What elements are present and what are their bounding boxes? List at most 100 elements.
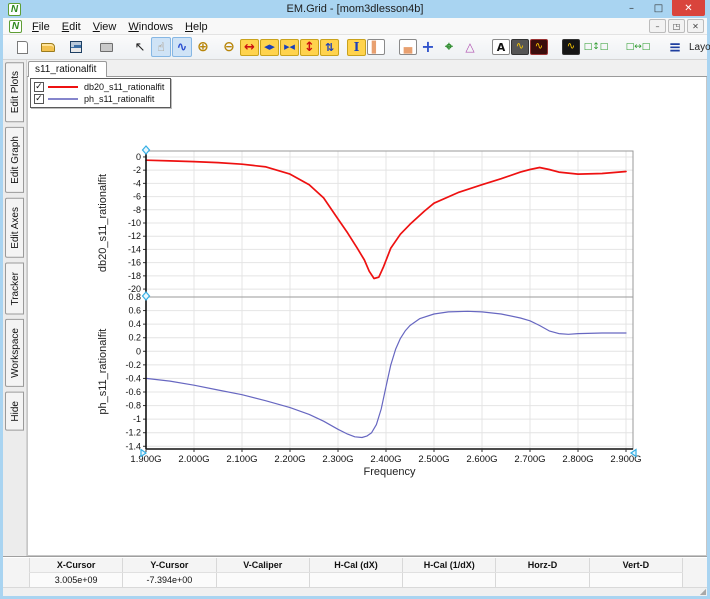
y-axis-handle[interactable] <box>142 292 149 300</box>
status-value-h-cal-dx- <box>310 573 403 587</box>
x-tick-label: 2.000G <box>178 454 209 465</box>
sidebar-tab-hide[interactable]: Hide <box>5 392 24 431</box>
bottom-status-strip: ◢ <box>3 587 707 596</box>
maximize-button[interactable]: □ <box>645 0 672 16</box>
status-value-y-cursor: -7.394e+00 <box>123 573 216 587</box>
app-window: N EM.Grid - [mom3dlesson4b] – □ ✕ N File… <box>0 0 710 599</box>
x-tick-label: 2.400G <box>370 454 401 465</box>
legend-label: ph_s11_rationalfit <box>84 94 154 104</box>
menu-item-file[interactable]: File <box>26 20 56 34</box>
split-vertical-icon[interactable]: □↕□ <box>581 37 611 57</box>
x-tick-label: 1.900G <box>130 454 161 465</box>
plot-style-red-icon[interactable]: ∿ <box>530 39 548 55</box>
fit-vertical-icon[interactable]: Ι <box>347 39 366 56</box>
resize-grip-icon[interactable]: ◢ <box>700 588 706 596</box>
menu-item-windows[interactable]: Windows <box>122 20 179 34</box>
menu-item-edit[interactable]: Edit <box>56 20 87 34</box>
status-value-row: 3.005e+09-7.394e+00 <box>29 572 683 587</box>
menu-item-help[interactable]: Help <box>179 20 214 34</box>
layout-icon[interactable]: ≡ <box>665 37 685 57</box>
window-title: EM.Grid - [mom3dlesson4b] <box>3 0 707 18</box>
bottom-panel-icon[interactable]: ▄ <box>399 39 417 55</box>
pan-hand-icon[interactable]: ☝ <box>151 37 171 57</box>
x-tick-label: 2.500G <box>418 454 449 465</box>
title-bar: N EM.Grid - [mom3dlesson4b] – □ ✕ <box>3 0 707 18</box>
pointer-icon[interactable]: ↖ <box>130 37 150 57</box>
main-area: Edit Plots Edit Graph Edit Axes Tracker Work… <box>3 60 707 556</box>
expand-vertical-icon[interactable]: ↕ <box>300 39 319 56</box>
y-tick-label: -2 <box>133 165 141 175</box>
mdi-minimize-button[interactable]: – <box>649 19 666 33</box>
legend-checkbox[interactable]: ✓ <box>34 94 44 104</box>
y-tick-label: -1 <box>133 414 141 424</box>
x-tick-label: 2.600G <box>466 454 497 465</box>
menu-bar: N FileEditViewWindowsHelp –◳✕ <box>3 18 707 35</box>
y-axis-label: ph_s11_rationalfit <box>97 329 109 415</box>
mdi-restore-button[interactable]: ◳ <box>668 19 685 33</box>
y-tick-label: -10 <box>128 218 141 228</box>
menu-item-view[interactable]: View <box>87 20 123 34</box>
tracker-icon[interactable]: ⌖ <box>439 37 459 57</box>
sidebar-tab-tracker[interactable]: Tracker <box>5 263 24 315</box>
sidebar-tab-edit-graph[interactable]: Edit Graph <box>5 127 24 193</box>
legend-entry: ✓ db20_s11_rationalfit <box>34 81 164 93</box>
sidebar-tab-edit-axes[interactable]: Edit Axes <box>5 198 24 258</box>
shrink-vertical-icon[interactable]: ⇅ <box>320 39 339 56</box>
mdi-window-controls: –◳✕ <box>649 19 704 33</box>
x-tick-label: 2.200G <box>274 454 305 465</box>
save-icon[interactable] <box>66 37 86 57</box>
toolbar: ↖☝∿⊕⊖↔◀▶▶◀↕⇅Ι▌▄+⌖△A∿∿∿□↕□□↔□≡Layout▾ <box>3 35 707 60</box>
x-tick-label: 2.700G <box>514 454 545 465</box>
legend-label: db20_s11_rationalfit <box>84 82 164 92</box>
legend-checkbox[interactable]: ✓ <box>34 82 44 92</box>
status-label-x-cursor: X-Cursor <box>29 558 123 572</box>
left-panel-icon[interactable]: ▌ <box>367 39 385 55</box>
plot-canvas[interactable]: 0-2-4-6-8-10-12-14-16-18-20db20_s11_rati… <box>28 77 708 547</box>
layout-button-label[interactable]: Layout <box>689 42 710 53</box>
y-tick-label: -12 <box>128 231 141 241</box>
y-tick-label: 0 <box>136 346 141 356</box>
status-value-horz-d <box>496 573 589 587</box>
text-annotation-icon[interactable]: A <box>492 39 510 55</box>
fit-horizontal-icon[interactable]: ▶◀ <box>280 39 299 56</box>
y-tick-label: -0.2 <box>125 360 141 370</box>
content-area: s11_rationalfit ✓ db20_s11_rationalfit ✓ ph… <box>27 60 707 556</box>
copy-plot-icon[interactable]: ∿ <box>511 39 529 55</box>
split-horizontal-icon[interactable]: □↔□ <box>623 37 653 57</box>
window-body: N FileEditViewWindowsHelp –◳✕ ↖☝∿⊕⊖↔◀▶▶◀… <box>3 18 707 596</box>
status-value-x-cursor: 3.005e+09 <box>29 573 123 587</box>
x-axis-label: Frequency <box>363 466 415 478</box>
sidebar-tab-edit-plots[interactable]: Edit Plots <box>5 62 24 122</box>
y-tick-label: -8 <box>133 205 141 215</box>
document-tab-strip: s11_rationalfit <box>27 60 707 77</box>
close-button[interactable]: ✕ <box>672 0 705 16</box>
cursor-status-bar: X-CursorY-CursorV-CaliperH-Cal (dX)H-Cal… <box>3 556 707 587</box>
print-icon[interactable] <box>96 37 116 57</box>
x-tick-label: 2.800G <box>562 454 593 465</box>
status-label-vert-d: Vert-D <box>590 558 683 572</box>
y-tick-label: 0.6 <box>128 306 141 316</box>
sidebar-tab-workspace[interactable]: Workspace <box>5 319 24 387</box>
legend-entry: ✓ ph_s11_rationalfit <box>34 93 164 105</box>
y-tick-label: -0.6 <box>125 387 141 397</box>
mdi-close-button[interactable]: ✕ <box>687 19 704 33</box>
document-tab[interactable]: s11_rationalfit <box>28 61 108 77</box>
status-value-vert-d <box>590 573 683 587</box>
zoom-in-icon[interactable]: ⊕ <box>193 37 213 57</box>
expand-horizontal-icon[interactable]: ↔ <box>240 39 259 56</box>
caliper-delta-icon[interactable]: △ <box>460 37 480 57</box>
y-tick-label: -4 <box>133 178 141 188</box>
plot-panel: ✓ db20_s11_rationalfit ✓ ph_s11_rationalfit… <box>27 77 707 556</box>
plot-style-dark-icon[interactable]: ∿ <box>562 39 580 55</box>
new-document-icon[interactable] <box>12 37 32 57</box>
x-tick-label: 2.100G <box>226 454 257 465</box>
zoom-out-icon[interactable]: ⊖ <box>219 37 239 57</box>
legend-line-sample <box>48 98 78 100</box>
open-folder-icon[interactable] <box>38 37 58 57</box>
minimize-button[interactable]: – <box>618 0 645 16</box>
crosshair-icon[interactable]: + <box>418 37 438 57</box>
status-label-y-cursor: Y-Cursor <box>123 558 216 572</box>
shrink-horizontal-icon[interactable]: ◀▶ <box>260 39 279 56</box>
y-axis-handle[interactable] <box>142 146 149 154</box>
zoom-region-icon[interactable]: ∿ <box>172 37 192 57</box>
